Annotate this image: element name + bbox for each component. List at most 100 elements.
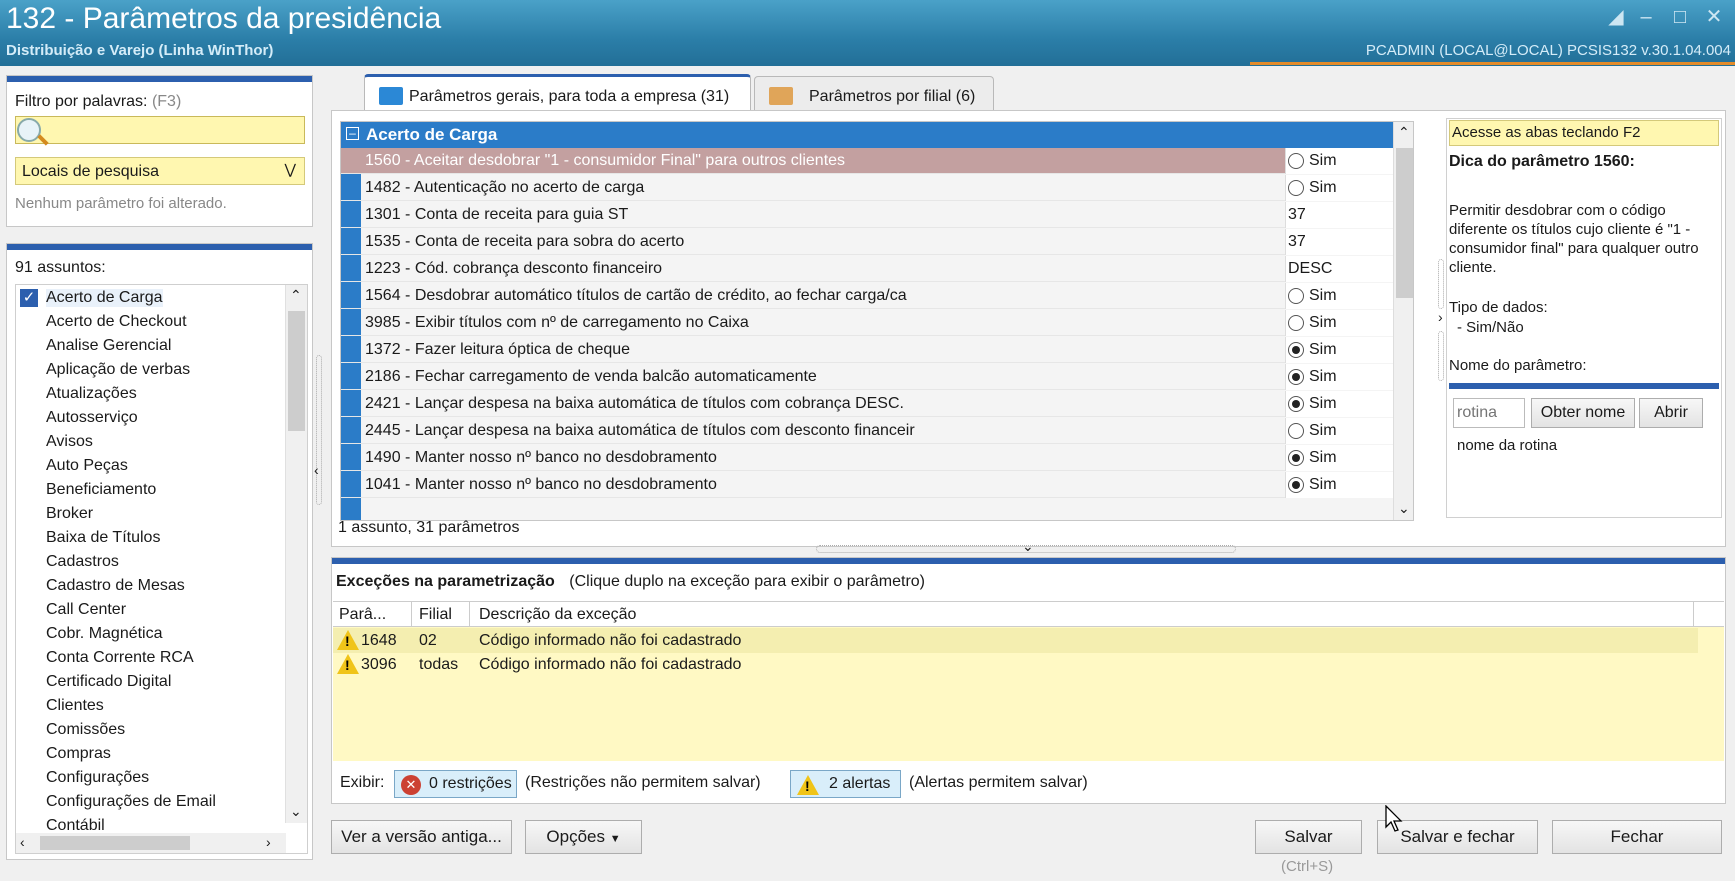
radio-sim-label: Sim xyxy=(1309,395,1337,412)
subject-item[interactable]: Certificado Digital xyxy=(46,673,171,691)
subject-item[interactable]: Auto Peças xyxy=(46,457,128,475)
parameter-row[interactable]: 1560 - Aceitar desdobrar "1 - consumidor… xyxy=(341,148,1413,174)
chevron-up-icon[interactable]: ⌃ xyxy=(1398,124,1410,141)
parameter-row[interactable]: 1564 - Desdobrar automático títulos de c… xyxy=(341,283,1413,309)
rotina-input[interactable] xyxy=(1453,398,1525,428)
column-header[interactable]: Filial xyxy=(419,606,452,624)
alerts-button[interactable]: 2 alertas xyxy=(790,770,901,798)
subject-item[interactable]: Cobr. Magnética xyxy=(46,625,163,643)
rotina-name: nome da rotina xyxy=(1457,437,1558,454)
tab-count: (6) xyxy=(955,88,976,105)
chevron-down-icon[interactable]: ⌄ xyxy=(1398,500,1410,517)
subject-item[interactable]: Avisos xyxy=(46,433,93,451)
subject-item[interactable]: Acerto de Carga xyxy=(46,289,163,307)
restore-icon[interactable]: ◢ xyxy=(1604,6,1628,28)
subject-item[interactable]: Configurações de Email xyxy=(46,793,216,811)
chevron-left-icon[interactable]: ‹ xyxy=(20,834,25,850)
splitter-handle[interactable] xyxy=(1438,331,1444,381)
parameter-row[interactable]: 3985 - Exibir títulos com nº de carregam… xyxy=(341,310,1413,336)
scrollbar-thumb[interactable] xyxy=(288,311,305,431)
tab-branch-parameters[interactable]: Parâmetros por filial (6) xyxy=(754,76,994,114)
chevron-left-icon[interactable]: ‹ xyxy=(314,462,319,478)
radio-sim[interactable] xyxy=(1288,396,1304,412)
error-icon: ✕ xyxy=(401,775,421,795)
subject-item[interactable]: Comissões xyxy=(46,721,125,739)
subject-item[interactable]: Cadastro de Mesas xyxy=(46,577,185,595)
parameters-grid: – Acerto de Carga 1560 - Aceitar desdobr… xyxy=(340,121,1414,521)
grid-scrollbar[interactable]: ⌃ ⌄ xyxy=(1393,122,1413,520)
chevron-right-icon[interactable]: › xyxy=(1438,309,1443,325)
minimize-icon[interactable]: – xyxy=(1634,6,1658,28)
group-header[interactable]: – Acerto de Carga xyxy=(341,122,1393,148)
column-header[interactable]: Parâ... xyxy=(339,606,386,624)
parameter-row[interactable]: 1482 - Autenticação no acerto de carga Si… xyxy=(341,175,1413,201)
user-info: PCADMIN (LOCAL@LOCAL) PCSIS132 v.30.1.04… xyxy=(1365,42,1731,59)
exception-row[interactable]: 1648 02 Código informado não foi cadastrad… xyxy=(333,628,1698,653)
save-button[interactable]: Salvar xyxy=(1255,820,1362,854)
subject-item[interactable]: Beneficiamento xyxy=(46,481,156,499)
collapse-icon[interactable]: – xyxy=(346,127,359,140)
maximize-icon[interactable]: □ xyxy=(1668,6,1692,28)
subject-item[interactable]: Broker xyxy=(46,505,93,523)
radio-sim[interactable] xyxy=(1288,288,1304,304)
scrollbar-thumb[interactable] xyxy=(1396,148,1413,298)
subjects-list[interactable]: ✓ Acerto de Carga Acerto de Checkout Anali… xyxy=(15,284,308,854)
subject-item[interactable]: Baixa de Títulos xyxy=(46,529,160,547)
vertical-scrollbar[interactable]: ⌃ ⌄ xyxy=(285,285,307,823)
subject-item[interactable]: Aplicação de verbas xyxy=(46,361,190,379)
close-button[interactable]: Fechar xyxy=(1552,820,1722,854)
search-input[interactable] xyxy=(15,116,305,144)
alerts-note: (Alertas permitem salvar) xyxy=(909,774,1088,791)
parameter-row[interactable]: 1535 - Conta de receita para sobra do ac… xyxy=(341,229,1413,255)
exception-row[interactable]: 3096 todas Código informado não foi cadast… xyxy=(333,652,1698,677)
subject-item[interactable]: Clientes xyxy=(46,697,104,715)
splitter-handle[interactable] xyxy=(316,355,322,505)
subject-item[interactable]: Cadastros xyxy=(46,553,119,571)
subject-item[interactable]: Call Center xyxy=(46,601,126,619)
tab-label: Parâmetros gerais, para toda a empresa xyxy=(409,88,697,105)
column-header[interactable]: Descrição da exceção xyxy=(479,606,636,624)
open-button[interactable]: Abrir xyxy=(1639,398,1703,428)
chevron-down-icon[interactable]: ⌄ xyxy=(290,803,302,820)
subject-item[interactable]: Conta Corrente RCA xyxy=(46,649,194,667)
radio-sim[interactable] xyxy=(1288,477,1304,493)
checkbox-checked-icon[interactable]: ✓ xyxy=(20,289,38,307)
parameter-row[interactable]: 2421 - Lançar despesa na baixa automátic… xyxy=(341,391,1413,417)
chevron-down-icon[interactable]: ⌄ xyxy=(1022,538,1034,555)
subject-item[interactable]: Atualizações xyxy=(46,385,137,403)
radio-sim[interactable] xyxy=(1288,342,1304,358)
close-icon[interactable]: ✕ xyxy=(1702,6,1726,28)
radio-sim[interactable] xyxy=(1288,153,1304,169)
radio-sim[interactable] xyxy=(1288,450,1304,466)
restrictions-button[interactable]: ✕ 0 restrições xyxy=(394,770,517,798)
parameter-row[interactable]: 1490 - Manter nosso nº banco no desdobra… xyxy=(341,445,1413,471)
radio-sim[interactable] xyxy=(1288,180,1304,196)
parameter-row[interactable]: 2445 - Lançar despesa na baixa automátic… xyxy=(341,418,1413,444)
chevron-right-icon[interactable]: › xyxy=(266,834,271,850)
subject-item[interactable]: Autosserviço xyxy=(46,409,138,427)
subject-item[interactable]: Configurações xyxy=(46,769,149,787)
parameter-row[interactable]: 2186 - Fechar carregamento de venda balc… xyxy=(341,364,1413,390)
parameter-row[interactable]: 1372 - Fazer leitura óptica de cheque Sim… xyxy=(341,337,1413,363)
subject-item[interactable]: Compras xyxy=(46,745,111,763)
radio-sim[interactable] xyxy=(1288,315,1304,331)
panel-header-bar xyxy=(7,76,312,82)
radio-sim[interactable] xyxy=(1288,369,1304,385)
splitter-handle[interactable] xyxy=(1438,259,1444,309)
warning-icon xyxy=(797,775,819,795)
scrollbar-thumb[interactable] xyxy=(40,836,190,850)
get-name-button[interactable]: Obter nome xyxy=(1531,398,1635,428)
old-version-button[interactable]: Ver a versão antiga... xyxy=(331,820,512,854)
parameter-row[interactable]: 1041 - Manter nosso nº banco no desdobra… xyxy=(341,472,1413,498)
subject-item[interactable]: Analise Gerencial xyxy=(46,337,171,355)
tab-general-parameters[interactable]: Parâmetros gerais, para toda a empresa (… xyxy=(364,74,751,112)
horizontal-scrollbar[interactable]: ‹ › xyxy=(16,833,286,853)
parameter-row[interactable]: 1223 - Cód. cobrança desconto financeiro… xyxy=(341,256,1413,282)
radio-sim[interactable] xyxy=(1288,423,1304,439)
chevron-up-icon[interactable]: ⌃ xyxy=(290,287,302,304)
parameter-row[interactable]: 1301 - Conta de receita para guia ST37··… xyxy=(341,202,1413,228)
search-locations-dropdown[interactable]: Locais de pesquisa ⋁ xyxy=(15,157,305,185)
subject-item[interactable]: Acerto de Checkout xyxy=(46,313,187,331)
column-divider xyxy=(411,602,412,627)
options-button[interactable]: Opções ▼ xyxy=(525,820,642,854)
